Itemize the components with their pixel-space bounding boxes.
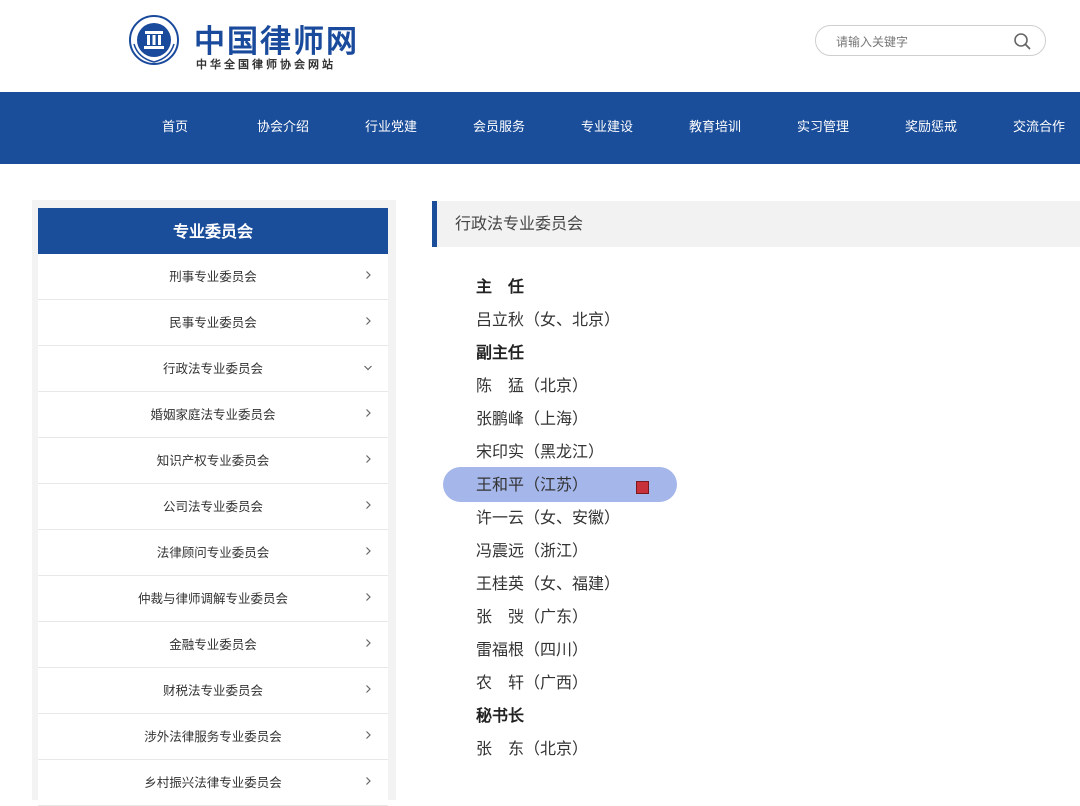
- sidebar-item[interactable]: 刑事专业委员会: [38, 254, 388, 300]
- search-input[interactable]: [834, 31, 1008, 53]
- chevron-down-icon: [364, 365, 372, 371]
- chevron-right-icon: [366, 593, 371, 601]
- sidebar-item[interactable]: 民事专业委员会: [38, 300, 388, 346]
- nav-item-member-services[interactable]: 会员服务: [466, 92, 532, 164]
- member-name: 张 弢（广东）: [476, 607, 589, 626]
- chevron-right-icon: [366, 455, 371, 463]
- nav-item-internship[interactable]: 实习管理: [790, 92, 856, 164]
- nav-item-exchange[interactable]: 交流合作: [1006, 92, 1072, 164]
- member-name: 宋印实（黑龙江）: [476, 442, 605, 461]
- logo-subtitle: 中华全国律师协会网站: [196, 58, 336, 71]
- chevron-right-icon: [366, 271, 371, 279]
- member-name: 雷福根（四川）: [476, 640, 589, 659]
- chevron-right-icon: [366, 547, 371, 555]
- sidebar-item-label: 财税法专业委员会: [162, 683, 263, 698]
- member-name: 许一云（女、安徽）: [476, 508, 621, 527]
- member-name: 王和平（江苏）: [476, 475, 589, 494]
- sidebar-item-label: 公司法专业委员会: [162, 499, 263, 514]
- logo-title: 中国律师网: [194, 24, 359, 60]
- sidebar-item[interactable]: 仲裁与律师调解专业委员会: [38, 576, 388, 622]
- sidebar-item[interactable]: 法律顾问专业委员会: [38, 530, 388, 576]
- chevron-right-icon: [366, 731, 371, 739]
- member-roster: 主 任吕立秋（女、北京） 副主任陈 猛（北京） 张鹏峰（上海） 宋印实（黑龙江） 王和平…: [476, 270, 876, 765]
- chevron-right-icon: [366, 639, 371, 647]
- sidebar-item-label: 婚姻家庭法专业委员会: [150, 407, 276, 422]
- sidebar-item[interactable]: 金融专业委员会: [38, 622, 388, 668]
- member-name: 张鹏峰（上海）: [476, 409, 589, 428]
- chevron-right-icon: [366, 317, 371, 325]
- sidebar-menu: 专业委员会 刑事专业委员会 民事专业委员会 行政法专业委员会 婚姻家庭法专业委员会 知识…: [38, 208, 388, 806]
- page-title: 行政法专业委员会: [455, 214, 584, 233]
- nav-item-specialty[interactable]: 专业建设: [574, 92, 640, 164]
- acla-emblem-icon: [129, 15, 179, 65]
- sidebar-item-label: 涉外法律服务专业委员会: [144, 729, 282, 744]
- role-heading: 秘书长: [476, 706, 525, 725]
- member-name: 农 轩（广西）: [476, 673, 589, 692]
- member-name: 王桂英（女、福建）: [476, 574, 621, 593]
- sidebar-item-label: 民事专业委员会: [169, 315, 257, 330]
- sidebar-item-label: 仲裁与律师调解专业委员会: [137, 591, 288, 606]
- sidebar-item-label: 乡村振兴法律专业委员会: [144, 775, 282, 790]
- sidebar-item[interactable]: 婚姻家庭法专业委员会: [38, 392, 388, 438]
- sidebar-item-label: 刑事专业委员会: [169, 269, 257, 284]
- nav-item-training[interactable]: 教育培训: [682, 92, 748, 164]
- sidebar-item-label: 金融专业委员会: [169, 637, 257, 652]
- content-title-bar: 行政法专业委员会: [432, 201, 1080, 247]
- sidebar-title: 专业委员会: [38, 208, 388, 254]
- nav-item-about[interactable]: 协会介绍: [250, 92, 316, 164]
- member-name: 冯震远（浙江）: [476, 541, 589, 560]
- sidebar-item-label: 行政法专业委员会: [162, 361, 263, 376]
- chevron-right-icon: [366, 685, 371, 693]
- nav-item-party-building[interactable]: 行业党建: [358, 92, 424, 164]
- nav-item-home[interactable]: 首页: [148, 92, 202, 164]
- search-icon[interactable]: [1013, 32, 1031, 50]
- sidebar-item[interactable]: 公司法专业委员会: [38, 484, 388, 530]
- nav-item-rewards-discipline[interactable]: 奖励惩戒: [898, 92, 964, 164]
- chevron-right-icon: [366, 501, 371, 509]
- sidebar-item[interactable]: 知识产权专业委员会: [38, 438, 388, 484]
- role-heading: 副主任: [476, 343, 525, 362]
- site-header: 中国律师网 中华全国律师协会网站: [0, 0, 1080, 92]
- sidebar-item[interactable]: 财税法专业委员会: [38, 668, 388, 714]
- sidebar-item-label: 知识产权专业委员会: [156, 453, 270, 468]
- sidebar-item[interactable]: 乡村振兴法律专业委员会: [38, 760, 388, 806]
- main-nav: 首页 协会介绍 行业党建 会员服务 专业建设 教育培训 实习管理 奖励惩戒 交流…: [0, 92, 1080, 164]
- chevron-right-icon: [366, 409, 371, 417]
- chevron-right-icon: [366, 777, 371, 785]
- title-accent-bar: [432, 201, 437, 247]
- sidebar: 专业委员会 刑事专业委员会 民事专业委员会 行政法专业委员会 婚姻家庭法专业委员会 知识…: [32, 200, 396, 806]
- sidebar-item[interactable]: 涉外法律服务专业委员会: [38, 714, 388, 760]
- member-name: 张 东（北京）: [476, 739, 589, 758]
- member-name: 陈 猛（北京）: [476, 376, 589, 395]
- sidebar-item[interactable]: 行政法专业委员会: [38, 346, 388, 392]
- member-name: 吕立秋（女、北京）: [476, 310, 621, 329]
- search-box: [815, 25, 1046, 56]
- role-heading: 主 任: [476, 277, 525, 296]
- sidebar-item-label: 法律顾问专业委员会: [156, 545, 270, 560]
- site-logo[interactable]: 中国律师网 中华全国律师协会网站: [128, 12, 357, 76]
